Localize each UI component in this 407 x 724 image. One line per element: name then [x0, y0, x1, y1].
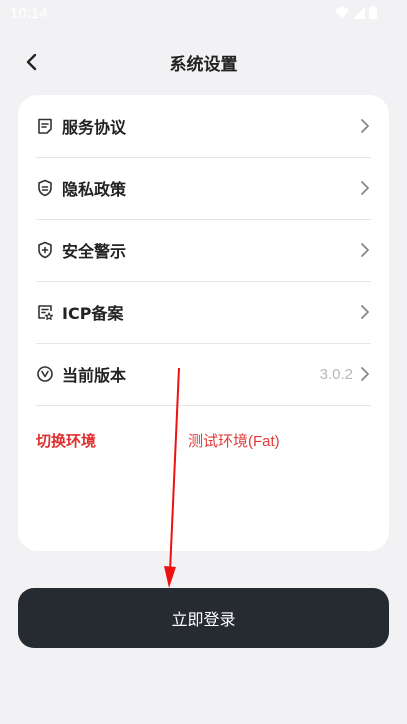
battery-icon — [369, 6, 377, 19]
chevron-right-icon — [361, 367, 369, 381]
shield-plus-icon — [38, 241, 52, 259]
settings-item-label: 安全警示 — [62, 242, 127, 261]
settings-item-label: 服务协议 — [62, 118, 127, 137]
chevron-right-icon — [361, 181, 369, 195]
chevron-right-icon — [361, 243, 369, 257]
chevron-right-icon — [361, 119, 369, 133]
settings-item-current-version[interactable]: 当前版本 3.0.2 — [36, 343, 371, 406]
settings-card: 服务协议 隐私政策 安全警示 ICP备案 当前版本 3.0.2 切换环境 测试环… — [18, 95, 389, 551]
signal-icon — [353, 6, 365, 19]
status-time: 10:14 — [10, 5, 48, 22]
login-button[interactable]: 立即登录 — [18, 588, 389, 648]
page-title: 系统设置 — [169, 55, 238, 75]
environment-value[interactable]: 测试环境(Fat) — [188, 430, 280, 451]
nav-bar: 系统设置 — [0, 40, 407, 84]
settings-item-privacy-policy[interactable]: 隐私政策 — [36, 157, 371, 220]
settings-item-label: 隐私政策 — [62, 180, 127, 199]
settings-item-service-agreement[interactable]: 服务协议 — [36, 95, 371, 158]
certificate-icon — [38, 305, 53, 320]
status-icons — [335, 6, 377, 19]
document-icon — [38, 118, 52, 134]
settings-item-icp-record[interactable]: ICP备案 — [36, 281, 371, 344]
environment-label: 切换环境 — [36, 432, 97, 450]
version-icon — [37, 366, 53, 382]
annotation-arrow-head — [164, 566, 176, 588]
chevron-right-icon — [361, 305, 369, 319]
shield-lines-icon — [38, 179, 52, 197]
settings-item-security-warning[interactable]: 安全警示 — [36, 219, 371, 282]
settings-item-label: 当前版本 — [62, 366, 127, 385]
version-value: 3.0.2 — [319, 365, 353, 383]
wifi-icon — [335, 6, 349, 19]
settings-item-label: ICP备案 — [62, 304, 124, 323]
status-bar: 10:14 — [0, 0, 407, 28]
